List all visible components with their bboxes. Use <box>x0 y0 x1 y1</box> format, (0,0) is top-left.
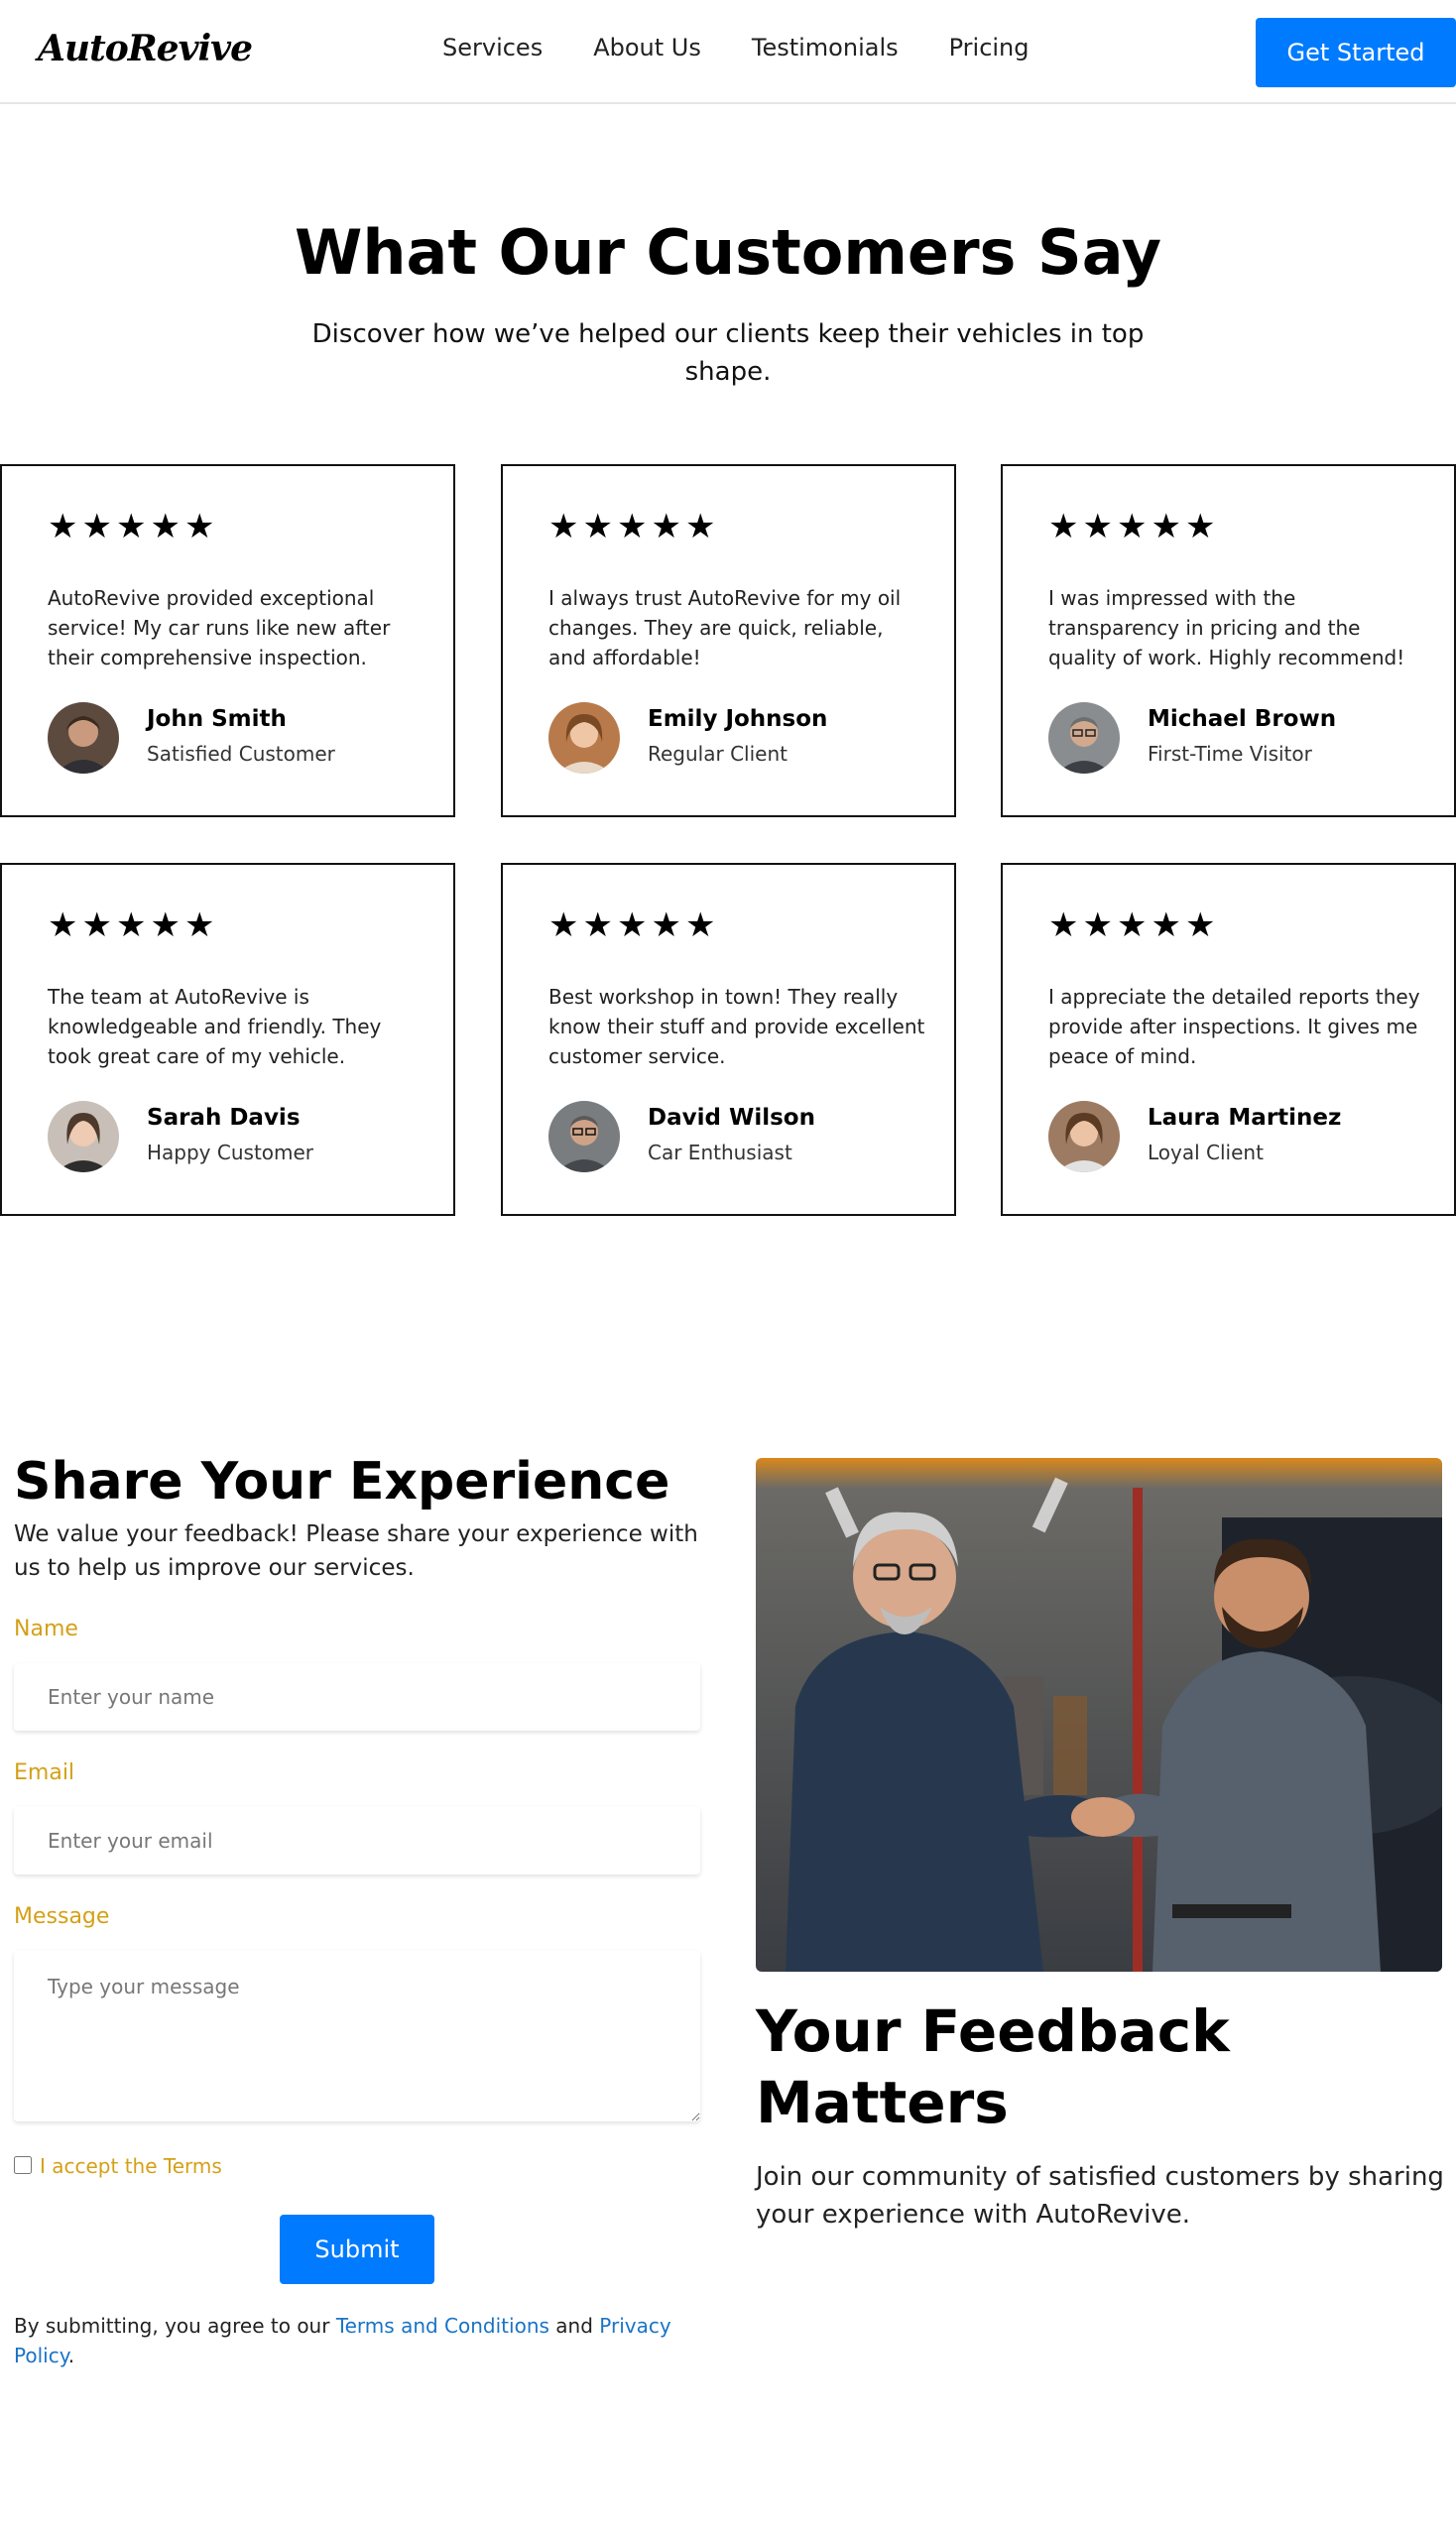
testimonial-card: ★ ★ ★ ★ ★ AutoRevive provided exceptional se… <box>0 464 455 817</box>
message-textarea[interactable] <box>14 1951 700 2121</box>
legal-notice: By submitting, you agree to our Terms an… <box>14 2311 708 2370</box>
testimonial-quote: I appreciate the detailed reports they p… <box>1048 985 1420 1068</box>
star-icon: ★ <box>150 906 181 945</box>
star-icon: ★ <box>548 906 579 945</box>
page-title: What Our Customers Say <box>294 216 1162 289</box>
star-icon: ★ <box>651 906 681 945</box>
star-icon: ★ <box>684 906 716 945</box>
author-name: David Wilson <box>648 1105 815 1131</box>
form-title: Share Your Experience <box>14 1452 670 1511</box>
nav-link-testimonials[interactable]: Testimonials <box>752 34 899 61</box>
page-subtitle: Discover how we’ve helped our clients ke… <box>311 319 1145 387</box>
star-icon: ★ <box>548 507 579 546</box>
testimonial-quote: The team at AutoRevive is knowledgeable … <box>48 985 382 1068</box>
nav-links: Services About Us Testimonials Pricing <box>442 34 1030 61</box>
author-name: Laura Martinez <box>1148 1105 1342 1131</box>
author-name: Emily Johnson <box>648 706 828 732</box>
star-icon: ★ <box>684 507 716 546</box>
star-icon: ★ <box>150 507 181 546</box>
star-icon: ★ <box>81 507 112 546</box>
star-icon: ★ <box>1116 906 1148 945</box>
nav-link-pricing[interactable]: Pricing <box>949 34 1030 61</box>
testimonial-card: ★ ★ ★ ★ ★ I was impressed with the transpare… <box>1001 464 1456 817</box>
logo[interactable]: AutoRevive <box>38 28 253 69</box>
author-role: Loyal Client <box>1148 1141 1264 1164</box>
author-role: Satisfied Customer <box>147 742 335 766</box>
message-label: Message <box>14 1904 110 1929</box>
star-icon: ★ <box>1116 507 1148 546</box>
email-label: Email <box>14 1760 75 1785</box>
nav-link-about-us[interactable]: About Us <box>593 34 701 61</box>
testimonial-quote: I was impressed with the transparency in… <box>1048 586 1405 669</box>
avatar <box>48 702 119 774</box>
star-icon: ★ <box>183 906 215 945</box>
terms-label[interactable]: I accept the Terms <box>40 2154 222 2178</box>
testimonial-quote: AutoRevive provided exceptional service!… <box>48 586 391 669</box>
star-icon: ★ <box>1082 507 1113 546</box>
author-role: First-Time Visitor <box>1148 742 1312 766</box>
author-name: Sarah Davis <box>147 1105 301 1131</box>
handshake-photo <box>756 1458 1442 1972</box>
terms-checkbox[interactable] <box>14 2156 32 2174</box>
avatar <box>548 1101 620 1172</box>
star-icon: ★ <box>1082 906 1113 945</box>
author-role: Car Enthusiast <box>648 1141 792 1164</box>
author-role: Regular Client <box>648 742 788 766</box>
feedback-title: Your Feedback Matters <box>756 1997 1230 2136</box>
star-icon: ★ <box>48 507 78 546</box>
star-icon: ★ <box>1048 906 1079 945</box>
avatar <box>548 702 620 774</box>
star-rating: ★ ★ ★ ★ ★ <box>1048 908 1215 942</box>
star-icon: ★ <box>1184 507 1216 546</box>
avatar <box>1048 702 1120 774</box>
author-name: John Smith <box>147 706 287 732</box>
author-role: Happy Customer <box>147 1141 314 1164</box>
navbar: AutoRevive Services About Us Testimonial… <box>0 0 1456 104</box>
feedback-description: Join our community of satisfied customer… <box>756 2162 1444 2230</box>
star-rating: ★ ★ ★ ★ ★ <box>548 510 715 544</box>
testimonial-quote: I always trust AutoRevive for my oil cha… <box>548 586 902 669</box>
email-input[interactable] <box>14 1807 700 1874</box>
get-started-button[interactable]: Get Started <box>1256 18 1456 87</box>
star-rating: ★ ★ ★ ★ ★ <box>548 908 715 942</box>
star-icon: ★ <box>48 906 78 945</box>
terms-link[interactable]: Terms and Conditions <box>336 2314 549 2338</box>
legal-prefix: By submitting, you agree to our <box>14 2314 336 2338</box>
nav-link-services[interactable]: Services <box>442 34 543 61</box>
star-rating: ★ ★ ★ ★ ★ <box>48 908 214 942</box>
star-icon: ★ <box>81 906 112 945</box>
star-icon: ★ <box>582 507 613 546</box>
testimonial-card: ★ ★ ★ ★ ★ Best workshop in town! They really… <box>501 863 956 1216</box>
testimonial-card: ★ ★ ★ ★ ★ The team at AutoRevive is knowledg… <box>0 863 455 1216</box>
name-label: Name <box>14 1617 78 1641</box>
testimonial-card: ★ ★ ★ ★ ★ I appreciate the detailed reports … <box>1001 863 1456 1216</box>
star-icon: ★ <box>651 507 681 546</box>
legal-and: and <box>548 2314 600 2338</box>
star-icon: ★ <box>1048 507 1079 546</box>
legal-suffix: . <box>67 2344 75 2367</box>
name-input[interactable] <box>14 1663 700 1731</box>
avatar <box>1048 1101 1120 1172</box>
star-icon: ★ <box>616 507 648 546</box>
star-rating: ★ ★ ★ ★ ★ <box>48 510 214 544</box>
submit-button[interactable]: Submit <box>280 2215 434 2284</box>
star-icon: ★ <box>115 507 147 546</box>
star-icon: ★ <box>1184 906 1216 945</box>
star-icon: ★ <box>115 906 147 945</box>
star-rating: ★ ★ ★ ★ ★ <box>1048 510 1215 544</box>
author-name: Michael Brown <box>1148 706 1337 732</box>
form-description: We value your feedback! Please share you… <box>14 1521 698 1581</box>
star-icon: ★ <box>1151 906 1181 945</box>
star-icon: ★ <box>1151 507 1181 546</box>
star-icon: ★ <box>616 906 648 945</box>
star-icon: ★ <box>183 507 215 546</box>
testimonial-quote: Best workshop in town! They really know … <box>548 985 925 1068</box>
avatar <box>48 1101 119 1172</box>
testimonial-card: ★ ★ ★ ★ ★ I always trust AutoRevive for my o… <box>501 464 956 817</box>
star-icon: ★ <box>582 906 613 945</box>
